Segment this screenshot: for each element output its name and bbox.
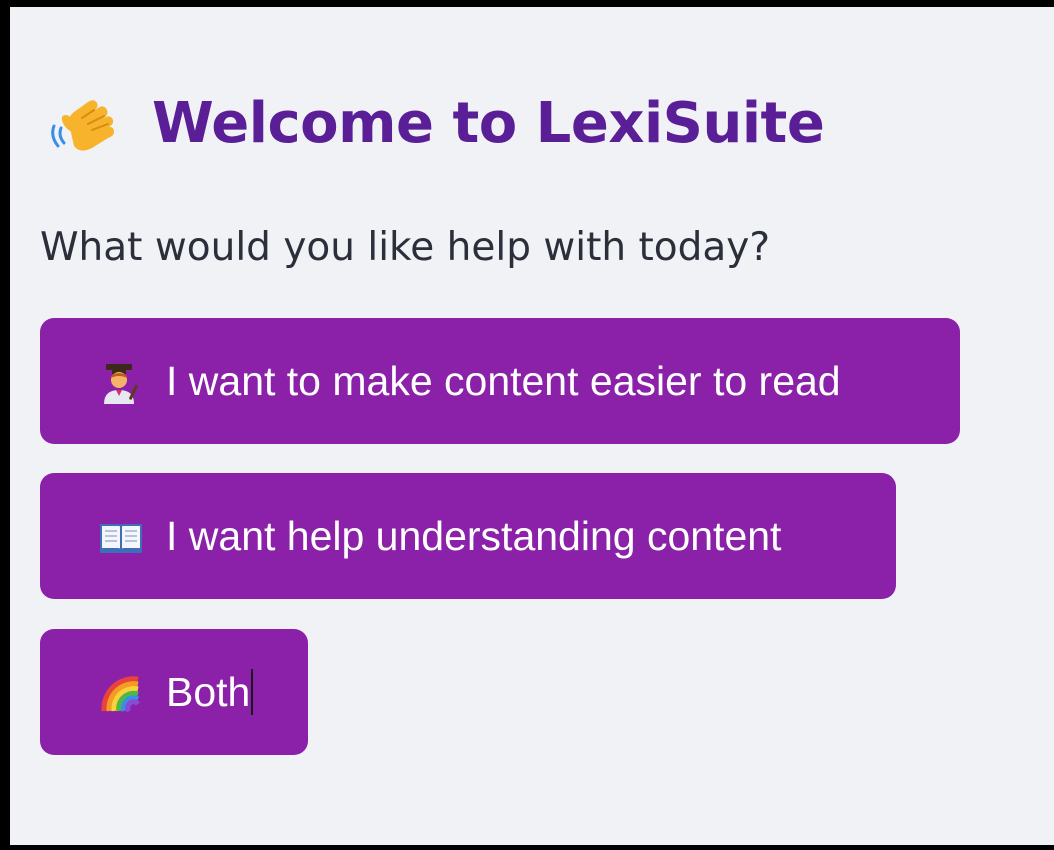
option-label: Both: [166, 668, 251, 715]
page-title: Welcome to LexiSuite: [152, 90, 825, 156]
understand-content-button[interactable]: I want help understanding content: [40, 473, 896, 599]
welcome-panel: Welcome to LexiSuite What would you like…: [10, 7, 1054, 845]
option-label: I want to make content easier to read: [166, 357, 841, 404]
both-button[interactable]: Both: [40, 629, 308, 755]
waving-hand-icon: [48, 88, 118, 158]
question-text: What would you like help with today?: [40, 225, 771, 270]
open-book-icon: [98, 513, 144, 559]
teacher-icon: [98, 358, 144, 404]
text-cursor: [251, 669, 254, 715]
option-label: I want help understanding content: [166, 512, 782, 559]
make-content-easier-button[interactable]: I want to make content easier to read: [40, 318, 960, 444]
rainbow-icon: [98, 669, 144, 715]
app-window: Welcome to LexiSuite What would you like…: [0, 0, 1054, 850]
header: Welcome to LexiSuite: [48, 83, 825, 163]
